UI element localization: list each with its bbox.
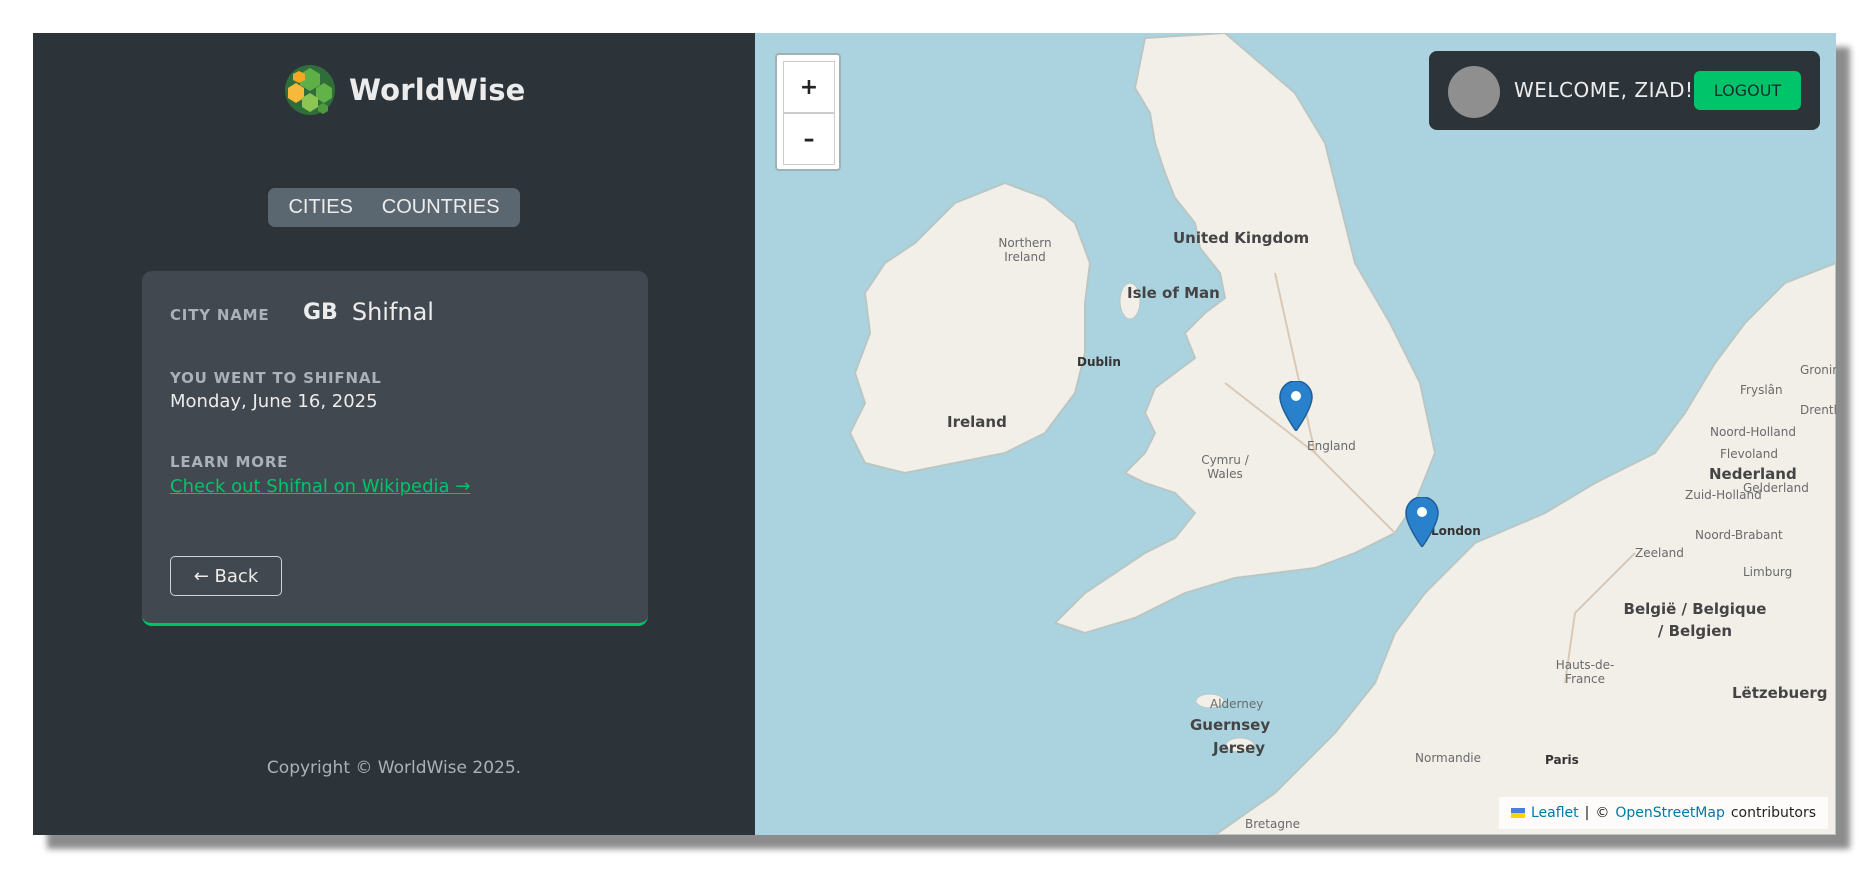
map-label-dublin: Dublin bbox=[1077, 355, 1121, 369]
app-name: WorldWise bbox=[349, 73, 526, 107]
map-label-zuid-holland: Zuid-Holland bbox=[1685, 488, 1762, 502]
nav-tabs: Cities Countries bbox=[268, 188, 520, 227]
map-label-paris: Paris bbox=[1545, 753, 1579, 767]
copyright: Copyright © WorldWise 2025. bbox=[266, 758, 522, 778]
map-label-isle-of-man: Isle of Man bbox=[1127, 284, 1220, 302]
map-label-drenthe: Drenthe bbox=[1800, 403, 1836, 417]
zoom-control: + – bbox=[775, 53, 841, 171]
logo[interactable]: WorldWise bbox=[283, 63, 526, 117]
leaflet-link[interactable]: Leaflet bbox=[1531, 805, 1579, 821]
attribution-separator: | bbox=[1584, 805, 1590, 821]
map-label-friesland: Fryslân bbox=[1740, 383, 1783, 397]
learn-more-label: Learn more bbox=[170, 453, 289, 471]
map-tiles[interactable] bbox=[755, 33, 1836, 835]
map-label-noord-brabant: Noord-Brabant bbox=[1695, 528, 1783, 542]
visit-date: Monday, June 16, 2025 bbox=[170, 391, 378, 412]
map[interactable]: United Kingdom Isle of Man Ireland North… bbox=[755, 33, 1836, 835]
globe-hexagon-icon bbox=[285, 65, 335, 115]
map-label-letzebuerg: Lëtzebuerg bbox=[1732, 684, 1828, 702]
map-label-bretagne: Bretagne bbox=[1245, 817, 1300, 831]
welcome-text: Welcome, Ziad! bbox=[1514, 78, 1694, 102]
map-label-northern-ireland: Northern Ireland bbox=[998, 236, 1052, 264]
city-name: Shifnal bbox=[351, 298, 434, 326]
map-label-normandie: Normandie bbox=[1415, 751, 1482, 765]
map-marker-icon[interactable] bbox=[1279, 381, 1313, 431]
country-flag: GB bbox=[303, 299, 338, 325]
map-label-uk: United Kingdom bbox=[1173, 229, 1310, 247]
contributors-text: contributors bbox=[1730, 805, 1816, 821]
back-button[interactable]: ← Back bbox=[170, 556, 282, 596]
map-label-england: England bbox=[1307, 439, 1356, 453]
map-label-cymru: Cymru / Wales bbox=[1201, 453, 1249, 481]
app-frame: WorldWise Cities Countries City name GB … bbox=[33, 33, 1836, 835]
zoom-in-button[interactable]: + bbox=[783, 61, 835, 113]
ukraine-flag-icon bbox=[1510, 808, 1525, 818]
map-label-hauts-de-france: Hauts-de-France bbox=[1555, 658, 1615, 686]
map-attribution: Leaflet | © OpenStreetMap contributors bbox=[1498, 797, 1828, 829]
tab-cities[interactable]: Cities bbox=[288, 196, 352, 219]
avatar bbox=[1448, 66, 1500, 118]
zoom-out-button[interactable]: – bbox=[783, 113, 835, 165]
tab-countries[interactable]: Countries bbox=[382, 196, 500, 219]
copyright-symbol: © bbox=[1595, 805, 1610, 821]
map-label-alderney: Alderney bbox=[1210, 697, 1264, 711]
map-label-ireland: Ireland bbox=[947, 413, 1007, 431]
logout-button[interactable]: Logout bbox=[1694, 71, 1801, 110]
map-label-limburg: Limburg bbox=[1743, 565, 1793, 579]
map-label-jersey: Jersey bbox=[1213, 739, 1266, 757]
sidebar: WorldWise Cities Countries City name GB … bbox=[33, 33, 755, 835]
visited-label: You went to Shifnal bbox=[170, 369, 382, 387]
map-label-groningen: Groninge bbox=[1800, 363, 1836, 377]
city-name-label: City name bbox=[170, 306, 270, 324]
user-panel: Welcome, Ziad! Logout bbox=[1429, 51, 1820, 130]
map-label-belgie: België / Belgique / Belgien bbox=[1623, 600, 1767, 640]
map-label-noord-holland: Noord-Holland bbox=[1710, 425, 1796, 439]
map-label-zeeland: Zeeland bbox=[1635, 546, 1684, 560]
map-label-guernsey: Guernsey bbox=[1190, 716, 1271, 734]
wikipedia-link[interactable]: Check out Shifnal on Wikipedia → bbox=[170, 476, 470, 497]
map-label-flevoland: Flevoland bbox=[1720, 447, 1778, 461]
map-marker-icon[interactable] bbox=[1405, 497, 1439, 547]
openstreetmap-link[interactable]: OpenStreetMap bbox=[1615, 805, 1724, 821]
city-row: GB Shifnal bbox=[303, 298, 434, 326]
